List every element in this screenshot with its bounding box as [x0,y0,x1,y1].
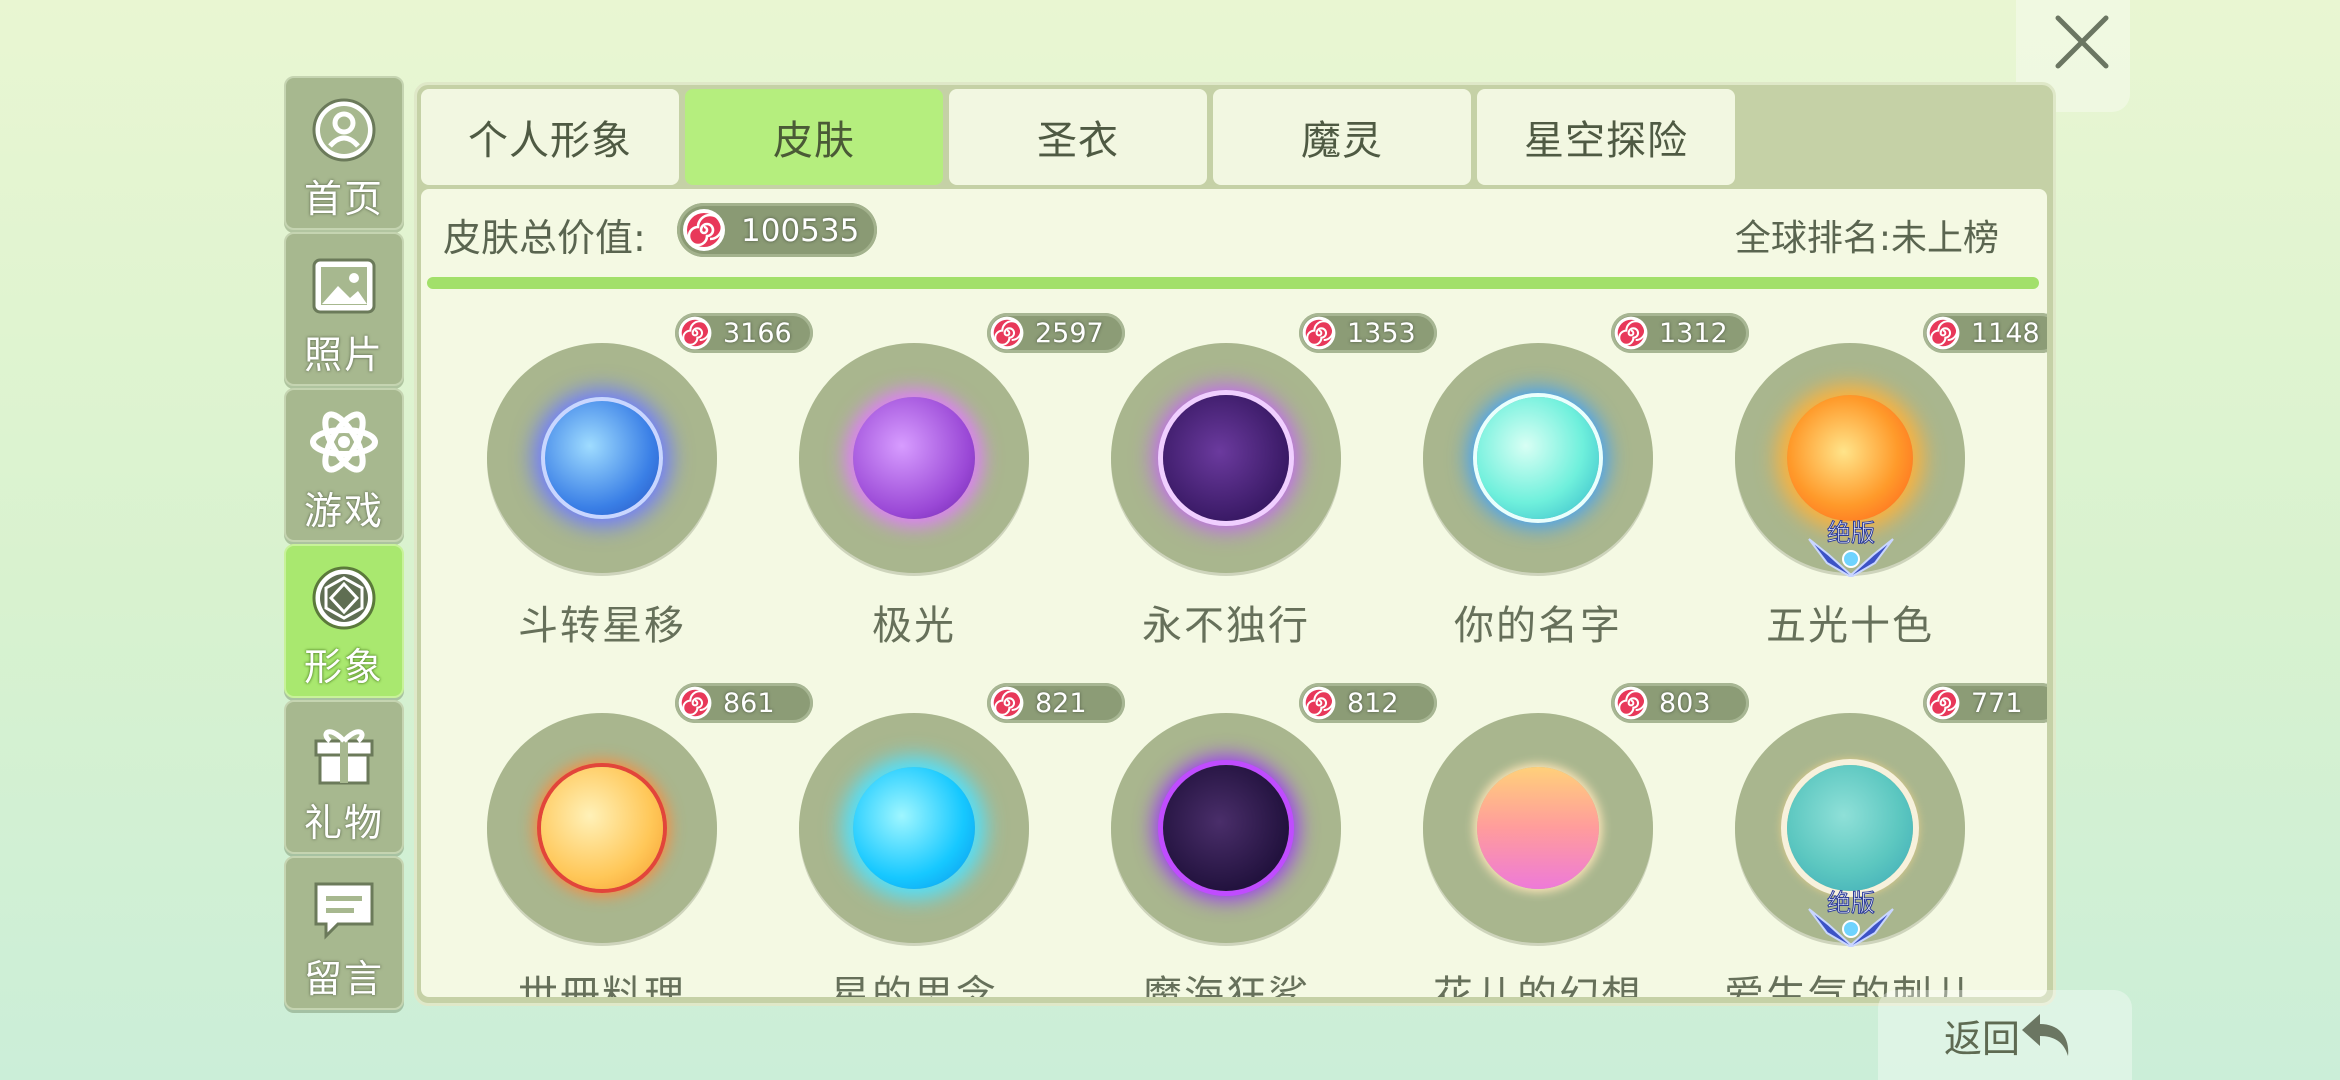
skins-panel: 个人形象 皮肤 圣衣 魔灵 星空探险 皮肤总价值: 100535 全球排名:未上… [414,82,2056,1006]
candy-coin-icon [1614,686,1648,720]
price-badge: 771 [1923,683,2047,723]
skin-name: 永不独行 [1142,603,1310,649]
photo-icon [286,252,402,320]
avatar-icon [286,564,402,632]
candy-coin-icon [678,686,712,720]
tab-star-adventure[interactable]: 星空探险 [1477,89,1735,185]
total-value-badge: 100535 [677,203,877,257]
sidebar-item-home[interactable]: 首页 [284,76,404,230]
candy-coin-icon [990,686,1024,720]
sidebar-item-games[interactable]: 游戏 [284,388,404,542]
skin-orb [541,397,663,519]
skin-orb [1787,395,1913,521]
skin-orb [1163,765,1289,891]
global-rank: 全球排名:未上榜 [1734,218,1999,259]
tab-skins[interactable]: 皮肤 [685,89,943,185]
skin-item[interactable]: 812 魔海狂鲨 [1065,663,1437,997]
skin-orb [1477,767,1599,889]
atom-icon [286,408,402,476]
sidebar-item-messages[interactable]: 留言 [284,856,404,1010]
candy-coin-icon [990,316,1024,350]
skin-orb [1163,395,1289,521]
skins-grid: 3166 斗转星移 2597 极光 1353 永不独行 1312 你的名字 绝版… [421,293,2047,997]
skin-item[interactable]: 1312 你的名字 [1377,293,1749,649]
price-value: 771 [1971,688,2023,719]
sidebar-item-gifts[interactable]: 礼物 [284,700,404,854]
skin-orb [853,767,975,889]
badge-text: 绝版 [1827,889,1875,917]
candy-coin-icon [678,316,712,350]
skin-item[interactable]: 3166 斗转星移 [441,293,813,649]
divider-bar [427,277,2039,289]
message-icon [286,876,402,944]
skin-item[interactable]: 1353 永不独行 [1065,293,1437,649]
price-value: 1148 [1971,318,2040,349]
skin-name: 斗转星移 [518,603,686,649]
tab-demon-spirit[interactable]: 魔灵 [1213,89,1471,185]
skin-item[interactable]: 绝版 1148 五光十色 [1689,293,2047,649]
summary-row: 皮肤总价值: 100535 全球排名:未上榜 [421,189,2047,289]
tab-personal-image[interactable]: 个人形象 [421,89,679,185]
close-icon [2055,15,2109,69]
tab-holy-cloth[interactable]: 圣衣 [949,89,1207,185]
skin-name: 花儿的幻想 [1433,973,1643,997]
skin-orb [541,767,663,889]
total-value-amount: 100535 [741,213,860,249]
sidebar-item-photos[interactable]: 照片 [284,232,404,386]
skin-item[interactable]: 861 世冊料理 [441,663,813,997]
skin-item[interactable]: 2597 极光 [753,293,1125,649]
skin-orb [1787,765,1913,891]
limited-edition-badge: 绝版 [1808,889,1894,947]
candy-coin-icon [1302,316,1336,350]
skin-name: 极光 [872,603,956,649]
price-badge: 1148 [1923,313,2047,353]
candy-coin-icon [1614,316,1648,350]
skin-name: 星的思念 [830,973,998,997]
skin-name: 五光十色 [1766,603,1934,649]
back-button[interactable]: 返回 [1878,990,2132,1080]
skin-item[interactable]: 803 花儿的幻想 [1377,663,1749,997]
sidebar-item-label: 礼物 [303,801,384,845]
badge-text: 绝版 [1827,519,1875,547]
skin-orb [853,397,975,519]
sidebar-item-label: 首页 [303,177,384,221]
total-value-label: 皮肤总价值: [443,216,646,260]
candy-coin-icon [683,209,725,251]
skin-item[interactable]: 绝版 771 爱生气的刺儿 [1689,663,2047,997]
candy-coin-icon [1926,316,1960,350]
skin-orb [1477,397,1599,519]
skin-name: 你的名字 [1454,603,1622,649]
gift-icon [286,720,402,788]
sidebar-item-label: 留言 [303,957,384,1001]
candy-coin-icon [1302,686,1336,720]
candy-coin-icon [1926,686,1960,720]
skin-name: 世冊料理 [518,973,686,997]
skin-item[interactable]: 821 星的思念 [753,663,1125,997]
limited-edition-badge: 绝版 [1808,519,1894,577]
skin-name: 魔海狂鲨 [1142,973,1310,997]
home-icon [286,96,402,164]
return-arrow-icon [2022,1014,2069,1056]
sidebar-item-avatar[interactable]: 形象 [284,544,404,698]
back-label: 返回 [1944,1017,2021,1061]
sidebar-item-label: 照片 [303,333,384,377]
skins-content: 皮肤总价值: 100535 全球排名:未上榜 3166 斗转星移 2597 极光… [421,189,2047,997]
sidebar-item-label: 形象 [303,645,384,689]
sidebar-item-label: 游戏 [303,489,384,533]
